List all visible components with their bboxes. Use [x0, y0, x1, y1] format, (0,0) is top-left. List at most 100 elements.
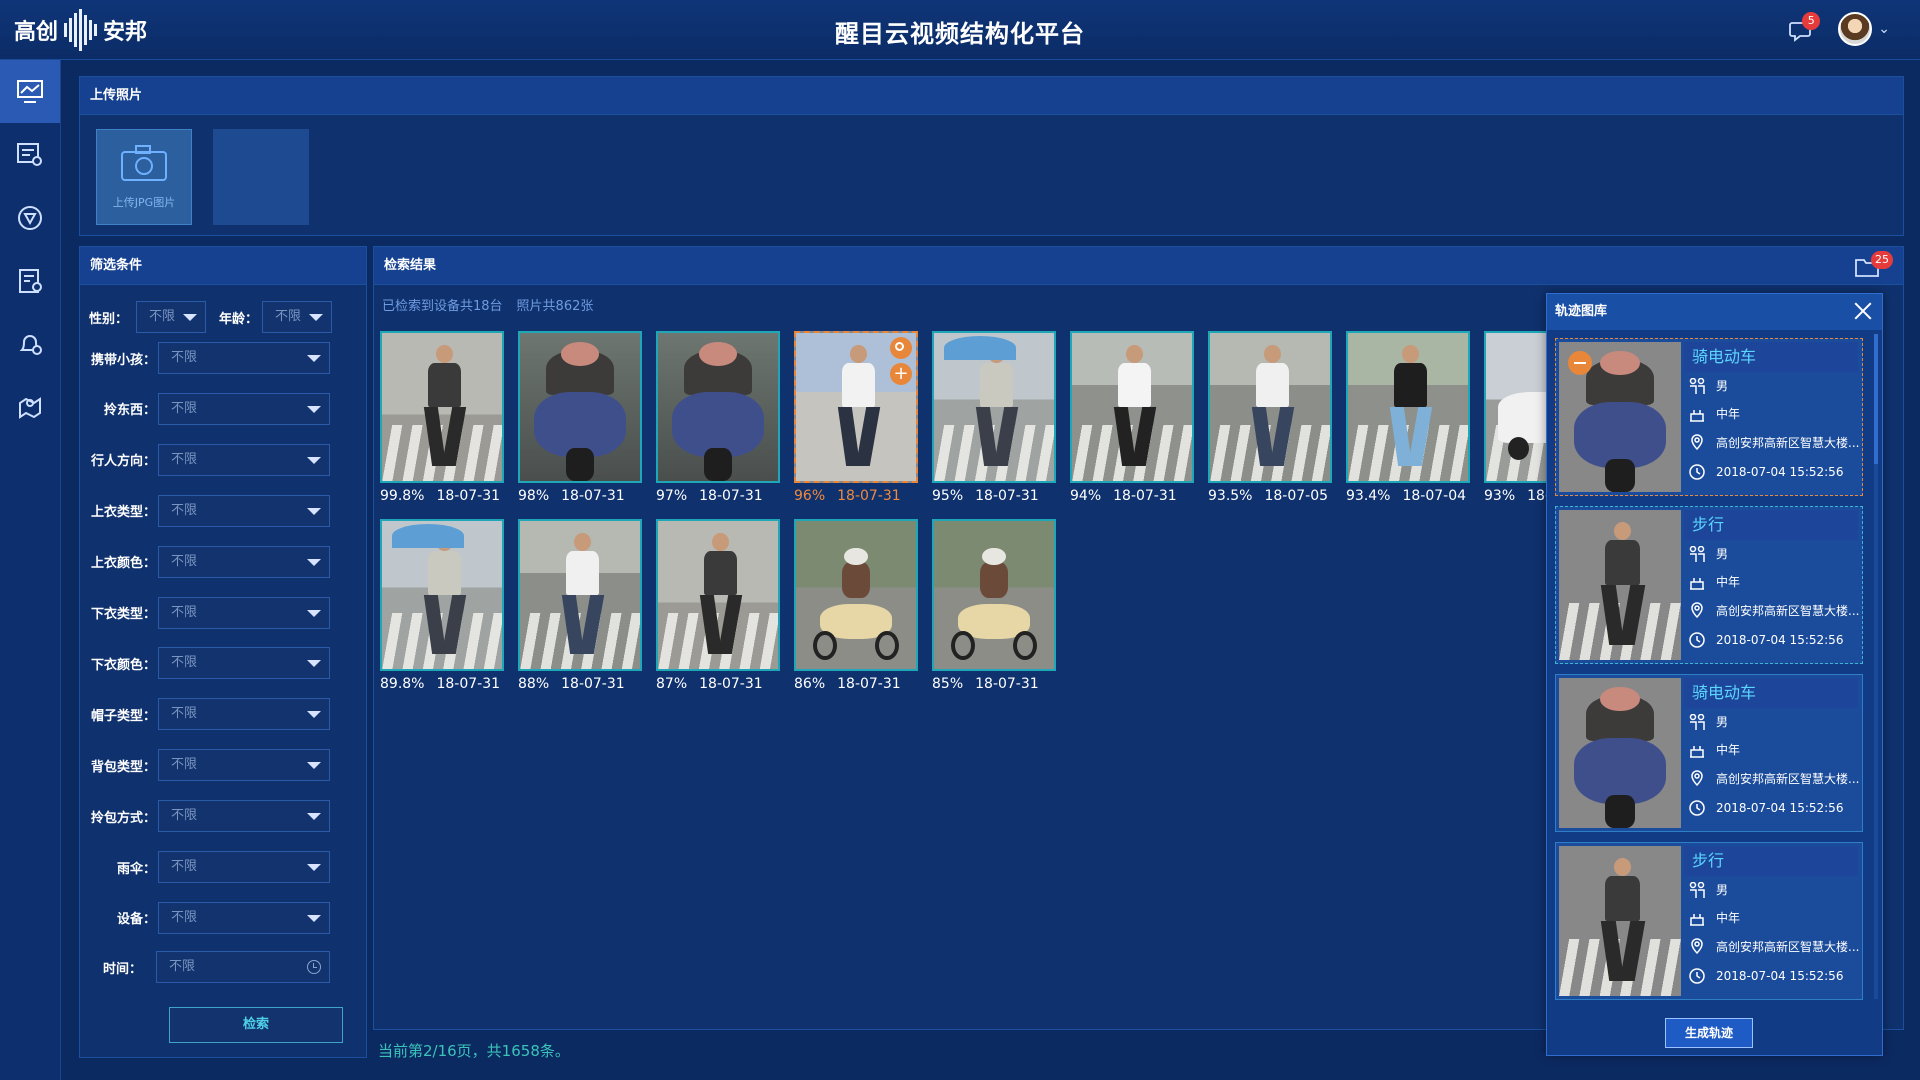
- upload-jpg-label: 上传JPG图片: [112, 196, 176, 209]
- result-thumbnail[interactable]: [518, 519, 642, 671]
- filter-select[interactable]: 不限: [158, 901, 330, 934]
- dropdown-arrow-icon: [307, 558, 321, 566]
- track-age: 中年: [1716, 575, 1741, 589]
- age-select[interactable]: 不限: [262, 301, 332, 333]
- track-gender: 男: [1716, 883, 1729, 897]
- filter-select[interactable]: 不限: [158, 749, 330, 782]
- dropdown-arrow-icon: [307, 711, 321, 719]
- filter-select[interactable]: 不限: [158, 494, 330, 527]
- track-card[interactable]: 步行男中年 高创安邦高新区智慧大楼... 2018-07-04 15:52:56: [1555, 506, 1863, 664]
- result-thumbnail[interactable]: [656, 331, 780, 483]
- filter-select[interactable]: 不限: [158, 800, 330, 833]
- result-thumbnail[interactable]: [794, 519, 918, 671]
- nav-monitor[interactable]: [0, 60, 60, 123]
- result-thumbnail[interactable]: [518, 331, 642, 483]
- filter-select[interactable]: 不限: [158, 698, 330, 731]
- filter-row: 上衣颜色： 不限: [88, 545, 330, 578]
- result-meta: 96% 18-07-31: [794, 488, 901, 504]
- match-score: 94%: [1070, 488, 1102, 504]
- location-icon: [1691, 434, 1703, 451]
- track-location: 高创安邦高新区智慧大楼...: [1716, 771, 1860, 786]
- result-thumbnail[interactable]: [1208, 331, 1332, 483]
- result-meta: 98% 18-07-31: [518, 488, 625, 504]
- nav-alarm[interactable]: [0, 312, 60, 375]
- nav-map-person[interactable]: [0, 375, 60, 438]
- result-thumbnail[interactable]: +: [794, 331, 918, 483]
- result-thumbnail[interactable]: [380, 331, 504, 483]
- age-icon: [1690, 745, 1704, 758]
- track-scrollbar[interactable]: [1874, 334, 1878, 999]
- filter-select[interactable]: 不限: [158, 392, 330, 425]
- filter-label: 下衣类型：: [90, 607, 156, 622]
- nav-face[interactable]: [0, 186, 60, 249]
- filter-row: 行人方向： 不限: [88, 443, 330, 476]
- uploaded-photo-slot[interactable]: [213, 129, 309, 225]
- result-thumbnail[interactable]: [932, 519, 1056, 671]
- filter-row: 上衣类型： 不限: [88, 494, 330, 527]
- filter-select[interactable]: 不限: [158, 443, 330, 476]
- track-gender: 男: [1716, 715, 1729, 729]
- match-score: 95%: [932, 488, 964, 504]
- filter-select[interactable]: 不限: [158, 342, 330, 374]
- result-thumbnail[interactable]: [932, 331, 1056, 483]
- capture-date: 18-07-31: [436, 488, 501, 504]
- track-gender: 男: [1716, 379, 1729, 393]
- age-icon: [1690, 409, 1704, 422]
- generate-track-button[interactable]: 生成轨迹: [1665, 1018, 1753, 1048]
- filter-select[interactable]: 不限: [158, 647, 330, 680]
- search-button[interactable]: 检索: [169, 1007, 343, 1043]
- zoom-icon[interactable]: [890, 337, 912, 359]
- remove-icon[interactable]: [1568, 351, 1592, 375]
- result-thumbnail[interactable]: [1346, 331, 1470, 483]
- gender-select[interactable]: 不限: [136, 301, 206, 333]
- filter-label: 背包类型：: [90, 759, 156, 775]
- location-icon: [1691, 938, 1703, 955]
- clock-icon: [307, 960, 321, 974]
- filter-label: 帽子类型：: [90, 708, 156, 724]
- match-score: 98%: [518, 488, 550, 504]
- upload-jpg-button[interactable]: 上传JPG图片: [96, 129, 192, 225]
- age-label: 年龄：: [218, 311, 258, 327]
- filter-row: 设备： 不限: [88, 901, 330, 934]
- track-type: 步行: [1684, 510, 1858, 540]
- chevron-down-icon[interactable]: ⌄: [1878, 21, 1890, 37]
- notification-badge: 5: [1802, 12, 1821, 30]
- filter-label: 设备：: [116, 912, 156, 928]
- track-title: 轨迹图库: [1547, 294, 1882, 330]
- photo-summary: 照片共862张: [516, 299, 594, 314]
- app-title: 醒目云视频结构化平台: [835, 20, 1085, 48]
- result-meta: 97% 18-07-31: [656, 488, 763, 504]
- user-avatar[interactable]: [1838, 12, 1873, 46]
- capture-date: 18-07-04: [1402, 488, 1467, 504]
- filter-label: 拎东西：: [103, 403, 156, 419]
- filter-select-value: 不限: [171, 502, 198, 518]
- time-input[interactable]: 不限: [156, 951, 330, 983]
- notification-button[interactable]: 5: [1786, 12, 1821, 46]
- track-card[interactable]: 步行男中年 高创安邦高新区智慧大楼... 2018-07-04 15:52:56: [1555, 842, 1863, 1000]
- nav-device-list[interactable]: [0, 123, 60, 186]
- result-thumbnail[interactable]: [656, 519, 780, 671]
- filter-select[interactable]: 不限: [158, 851, 330, 883]
- match-score: 85%: [932, 676, 964, 692]
- result-thumbnail[interactable]: [380, 519, 504, 671]
- match-score: 93.5%: [1208, 488, 1253, 504]
- folder-button[interactable]: 25: [1855, 251, 1893, 277]
- track-card-image: [1559, 678, 1681, 828]
- track-card[interactable]: 骑电动车男中年 高创安邦高新区智慧大楼... 2018-07-04 15:52:56: [1555, 674, 1863, 832]
- age-icon: [1690, 577, 1704, 590]
- close-icon[interactable]: [1852, 300, 1874, 322]
- filter-select[interactable]: 不限: [158, 545, 330, 578]
- filter-select-value: 不限: [171, 909, 198, 925]
- add-icon[interactable]: +: [890, 363, 912, 385]
- result-meta: 89.8% 18-07-31: [380, 676, 500, 692]
- result-thumbnail[interactable]: [1070, 331, 1194, 483]
- track-card[interactable]: 骑电动车男中年 高创安邦高新区智慧大楼... 2018-07-04 15:52:56: [1555, 338, 1863, 496]
- nav-record[interactable]: [0, 249, 60, 312]
- track-location: 高创安邦高新区智慧大楼...: [1716, 939, 1860, 954]
- match-score: 99.8%: [380, 488, 425, 504]
- dropdown-arrow-icon: [307, 813, 321, 821]
- result-meta: 94% 18-07-31: [1070, 488, 1177, 504]
- pager-text: 当前第2/16页，共1658条。: [378, 1042, 570, 1060]
- filter-select[interactable]: 不限: [158, 596, 330, 629]
- result-summary: 已检索到设备共18台 照片共862张: [382, 295, 593, 314]
